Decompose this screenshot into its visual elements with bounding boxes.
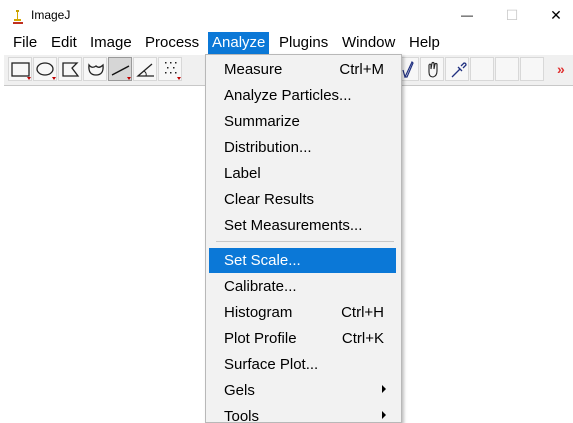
imagej-app-icon [13,10,23,24]
freehand-selection-icon [88,63,104,76]
menu-edit[interactable]: Edit [47,32,81,54]
freehand-selection-tool[interactable] [83,57,107,81]
hand-tool[interactable] [420,57,444,81]
title-bar: ImageJ — ☐ ✕ [0,0,573,30]
menu-item-label: Label [224,165,261,182]
line-tool[interactable] [108,57,132,81]
window-title: ImageJ [31,8,71,22]
dropper-tool-icon [451,62,467,78]
menu-item-label: Histogram [224,304,293,321]
menu-item-label: Surface Plot... [224,356,319,373]
menu-process[interactable]: Process [141,32,203,54]
menu-item-gels[interactable]: Gels [209,378,396,403]
menu-plugins[interactable]: Plugins [275,32,332,54]
menu-item-label: Plot Profile [224,330,297,347]
menu-item-distribution[interactable]: Distribution... [209,135,396,160]
menu-separator [216,241,394,242]
menu-item-surface-plot[interactable]: Surface Plot... [209,352,396,377]
menu-item-histogram[interactable]: Histogram Ctrl+H [209,300,396,325]
submenu-arrow-icon [382,385,386,393]
angle-tool[interactable] [133,57,157,81]
multipoint-tool[interactable] [158,57,182,81]
menu-item-label: Gels [224,382,255,399]
multipoint-tool-icon [165,62,181,80]
minimize-icon: — [461,8,473,22]
menu-item-label-cmd[interactable]: Label [209,161,396,186]
menu-item-label: Set Measurements... [224,217,363,234]
menu-item-shortcut: Ctrl+H [341,304,384,321]
polygon-selection-tool[interactable] [58,57,82,81]
menu-item-calibrate[interactable]: Calibrate... [209,274,396,299]
maximize-icon: ☐ [505,6,519,23]
menu-item-clear-results[interactable]: Clear Results [209,187,396,212]
empty-tool-slot-1[interactable] [470,57,494,81]
menu-item-label: Measure [224,61,283,78]
menu-item-measure[interactable]: Measure Ctrl+M [209,57,396,82]
menu-analyze[interactable]: Analyze [208,32,270,54]
angle-tool-icon [136,63,154,77]
menu-item-label: Analyze Particles... [224,87,352,104]
polygon-selection-icon [62,62,80,77]
menu-item-label: Clear Results [224,191,315,208]
analyze-menu: Measure Ctrl+M Analyze Particles... Summ… [205,54,402,423]
close-button[interactable]: ✕ [541,4,571,26]
menu-item-shortcut: Ctrl+K [341,330,384,347]
line-tool-icon [111,65,131,80]
minimize-button[interactable]: — [452,4,482,26]
menu-item-set-scale[interactable]: Set Scale... [209,248,396,273]
menu-bar: File Edit Image Process Analyze Plugins … [0,32,573,54]
menu-item-analyze-particles[interactable]: Analyze Particles... [209,83,396,108]
menu-item-summarize[interactable]: Summarize [209,109,396,134]
submenu-arrow-icon [382,411,386,419]
menu-item-label: Set Scale... [224,252,301,269]
rectangle-selection-icon [11,62,31,80]
menu-item-plot-profile[interactable]: Plot Profile Ctrl+K [209,326,396,351]
menu-item-label: Calibrate... [224,278,297,295]
maximize-button[interactable]: ☐ [497,4,527,26]
menu-item-tools[interactable]: Tools [209,404,396,422]
close-icon: ✕ [550,6,562,23]
menu-item-set-measurements[interactable]: Set Measurements... [209,213,396,238]
menu-item-label: Summarize [224,113,300,130]
menu-help[interactable]: Help [405,32,444,54]
menu-item-shortcut: Ctrl+M [339,61,384,78]
menu-file[interactable]: File [9,32,41,54]
menu-image[interactable]: Image [86,32,136,54]
menu-item-label: Distribution... [224,139,312,156]
oval-selection-icon [36,62,56,80]
dropper-tool[interactable] [445,57,469,81]
rectangle-selection-tool[interactable] [8,57,32,81]
empty-tool-slot-2[interactable] [495,57,519,81]
more-tools-icon[interactable]: » [557,61,565,77]
oval-selection-tool[interactable] [33,57,57,81]
hand-tool-icon [428,61,438,78]
empty-tool-slot-3[interactable] [520,57,544,81]
menu-window[interactable]: Window [338,32,399,54]
